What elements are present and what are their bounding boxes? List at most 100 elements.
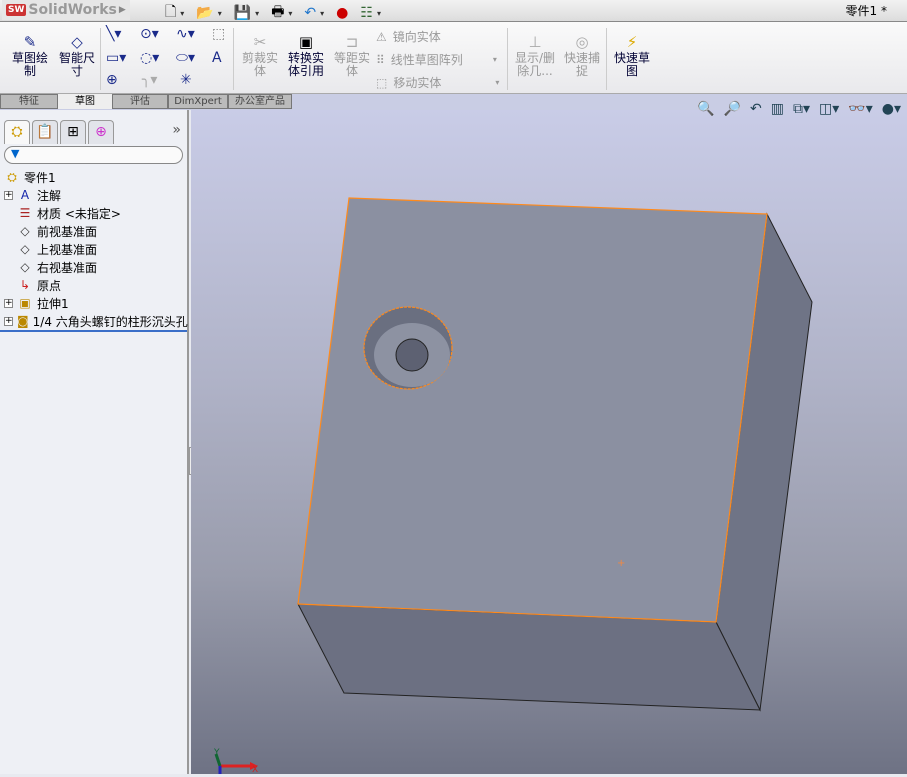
trim-entities-button[interactable]: ✂ 剪裁实 体 [238,32,282,78]
solidworks-logo[interactable]: SW SolidWorks ▶ [2,0,130,20]
title-bar: SW SolidWorks ▶ 🗋 ▾ 📂 ▾ 💾 ▾ 🖶 ▾ ↶ ▾ ● ☷ ▾ 零件1 * [0,0,907,22]
offset-label: 等距实 体 [333,51,370,78]
app-name: SolidWorks [28,2,117,18]
tab-evaluate[interactable]: 评估 [112,94,168,109]
tree-root[interactable]: ⛭ 零件1 [4,168,187,186]
tree-item-label: 注解 [37,188,62,203]
quick-snaps-icon: ◎ [575,33,589,51]
triad-y-label: Y [214,748,220,758]
fillet-icon[interactable]: ╮▾ [142,72,157,88]
tree-item[interactable]: + A 注解 [4,186,187,204]
tab-office-products[interactable]: 办公室产品 [228,94,292,109]
feature-tree: ⛭ 零件1 + A 注解 ☰ 材质 <未指定> ◇ 前视基准面 ◇ 上视基准面 ◇ 右视基准面 ↳ 原点 +… [0,166,188,332]
extrude-icon: ▣ [19,296,31,310]
graphics-viewport[interactable]: 🔍 🔎 ↶ ▥ ⧉▾ ◫▾ 👓▾ ●▾ + [191,101,907,774]
arc-icon[interactable]: ◌▾ [140,50,159,66]
origin-icon: ↳ [19,278,31,292]
model-view: + [297,197,813,712]
rapid-sketch-icon: ⚡ [626,33,638,51]
save-icon[interactable]: 💾 [234,5,251,21]
ellipse-icon[interactable]: ⬭▾ [176,50,195,66]
feature-manager-tab[interactable]: ⛭ [4,120,30,144]
tree-item[interactable]: ◇ 前视基准面 [4,222,187,240]
circle-icon[interactable]: ⊙▾ [140,26,159,42]
triad-x-label: X [252,765,258,774]
relations-icon: ⊥ [528,33,542,51]
tree-item[interactable]: ↳ 原点 [4,276,187,294]
tree-item-label: 上视基准面 [37,242,98,257]
tree-filter-input[interactable]: ▼ [4,146,183,164]
tree-item-label: 1/4 六角头螺钉的柱形沉头孔 [32,314,188,329]
top-face[interactable] [297,197,768,623]
display-delete-label: 显示/删 除几... [514,51,556,78]
material-icon: ☰ [19,206,31,220]
open-folder-icon[interactable]: 📂 [196,5,213,21]
expand-toggle[interactable]: + [4,316,13,326]
linear-pattern-icon: ⠿ [376,52,385,67]
options-icon[interactable]: ☷ [360,5,373,21]
configuration-manager-tab[interactable]: ⊞ [60,120,86,144]
quick-snaps-button[interactable]: ◎ 快速捕 捉 [560,32,604,78]
tree-item[interactable]: ☰ 材质 <未指定> [4,204,187,222]
convert-icon: ▣ [298,33,314,51]
tree-root-label: 零件1 [24,170,56,185]
tree-item[interactable]: + ◙ 1/4 六角头螺钉的柱形沉头孔 [4,312,188,330]
convert-label: 转换实 体引用 [287,51,324,78]
quick-snaps-label: 快速捕 捉 [563,51,600,78]
annotations-icon: A [20,188,30,202]
property-manager-tab[interactable]: 📋 [32,120,58,144]
rebuild-traffic-light-icon[interactable]: ● [336,5,348,21]
smart-dimension-label: 智能尺 寸 [58,51,95,78]
mirror-icon: ⚠ [376,29,387,44]
part-icon: ⛭ [7,169,17,184]
tree-item-label: 材质 <未指定> [37,206,121,221]
linear-pattern-label: 线性草图阵列 [390,53,463,67]
convert-entities-button[interactable]: ▣ 转换实 体引用 [284,32,328,78]
sketch-label: 草图绘 制 [11,51,48,78]
move-label: 移动实体 [393,76,442,90]
move-entities-button[interactable]: ⬚ 移动实体 ▾ [376,74,499,91]
expand-toggle[interactable]: + [4,190,13,200]
rapid-sketch-label: 快速草 图 [613,51,650,78]
rapid-sketch-button[interactable]: ⚡ 快速草 图 [610,32,654,78]
tree-item-label: 前视基准面 [37,224,98,239]
plane-icon: ◇ [20,242,30,256]
tab-features[interactable]: 特征 [0,94,58,109]
spline-icon[interactable]: ∿▾ [176,26,195,42]
tab-dimxpert[interactable]: DimXpert [168,94,228,109]
tree-item-label: 拉伸1 [37,296,69,311]
view-triad: X Y [213,748,264,777]
feature-manager-panel: ⛭ 📋 ⊞ ⊕ » ▼ ⛭ 零件1 + A 注解 ☰ 材质 <未指定> ◇ 前视基准面 ◇ 上视基… [0,110,189,774]
document-title: 零件1 * [845,4,887,18]
tree-item[interactable]: + ▣ 拉伸1 [4,294,187,312]
line-icon[interactable]: ╲▾ [106,26,121,42]
text-icon[interactable]: A [212,50,222,66]
mirror-entities-button[interactable]: ⚠ 镜向实体 [376,28,441,45]
plane-icon: ◇ [20,260,30,274]
tree-item-label: 右视基准面 [37,260,98,275]
plane-icon: ◇ [20,224,30,238]
mirror-label: 镜向实体 [392,30,441,44]
point-icon[interactable]: ✳ [180,72,192,88]
rectangle-icon[interactable]: ▭▾ [106,50,126,66]
expand-toggle[interactable]: + [4,298,13,308]
tab-sketch[interactable]: 草图 [58,94,112,109]
through-hole[interactable] [395,338,429,372]
polygon-icon[interactable]: ⊕ [106,72,118,88]
offset-entities-button[interactable]: ⊐ 等距实 体 [330,32,374,78]
construction-geometry-icon[interactable]: ⬚ [212,26,225,42]
smart-dimension-button[interactable]: ◇ 智能尺 寸 [55,32,99,78]
hole-wizard-icon: ◙ [17,314,29,328]
command-manager: ✎ 草图绘 制 ◇ 智能尺 寸 ╲▾ ⊙▾ ∿▾ ⬚ ▭▾ ◌▾ ⬭▾ A ⊕ ╮▾… [0,22,907,94]
trim-icon: ✂ [253,33,267,51]
sketch-icon: ✎ [23,33,37,51]
move-icon: ⬚ [376,75,388,90]
dimxpert-manager-tab[interactable]: ⊕ [88,120,114,144]
linear-pattern-button[interactable]: ⠿ 线性草图阵列 ▾ [376,51,497,68]
expand-tabs-icon[interactable]: » [172,122,181,138]
display-delete-relations-button[interactable]: ⊥ 显示/删 除几... [512,32,558,78]
tree-item[interactable]: ◇ 右视基准面 [4,258,187,276]
undo-icon[interactable]: ↶ [304,5,316,21]
tree-item[interactable]: ◇ 上视基准面 [4,240,187,258]
sketch-button[interactable]: ✎ 草图绘 制 [8,32,52,78]
